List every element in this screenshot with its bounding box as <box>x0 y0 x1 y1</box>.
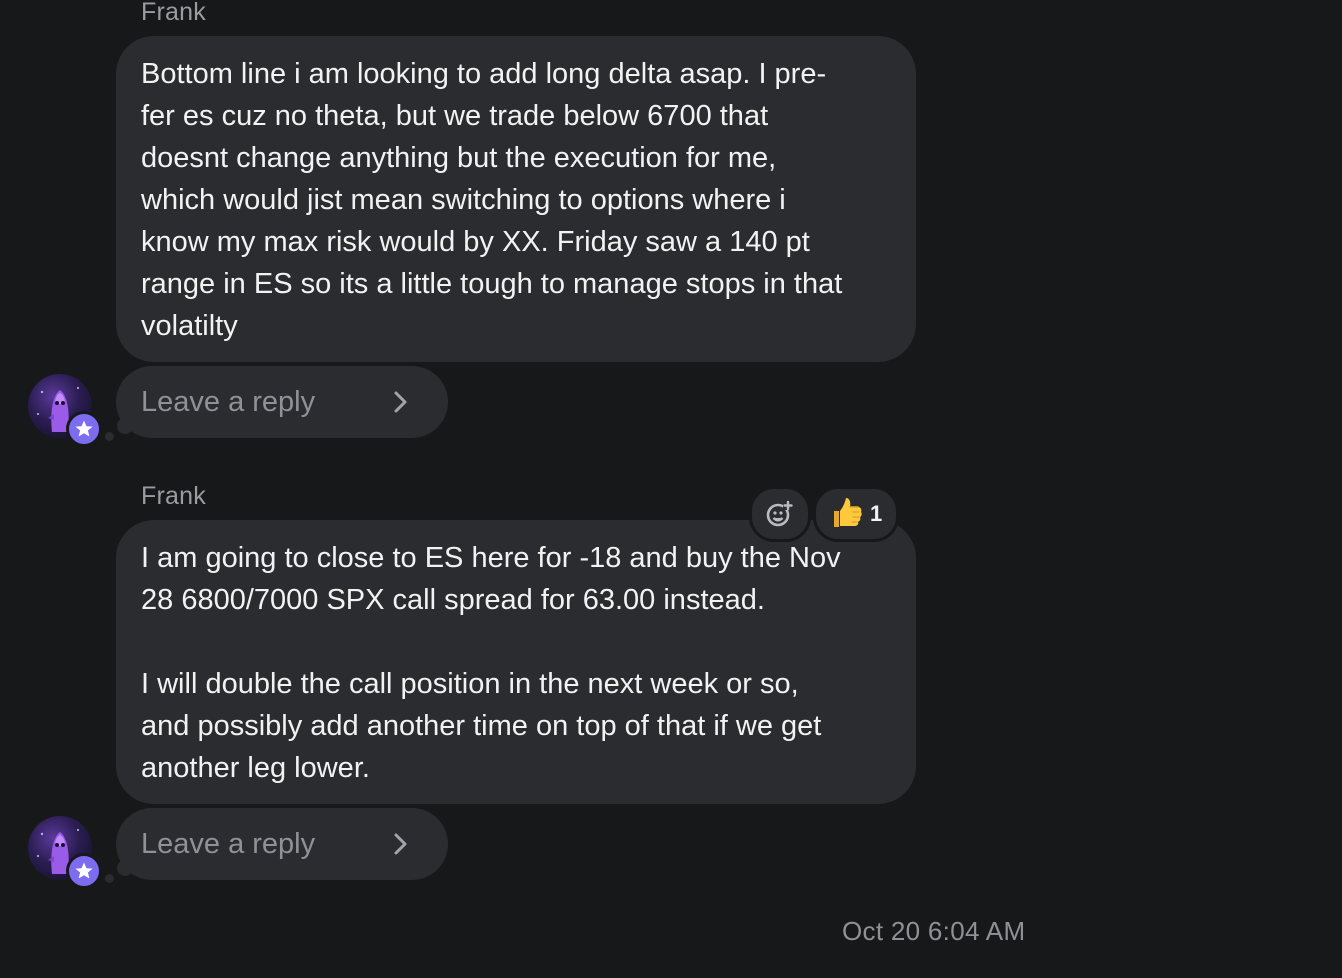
chat-thread: Frank Bottom line i am looking to add lo… <box>0 0 1342 978</box>
add-emoji-icon <box>766 500 793 527</box>
chevron-right-icon <box>394 833 407 855</box>
thumbs-up-icon <box>834 498 862 527</box>
sender-name: Frank <box>141 0 206 26</box>
message-timestamp: Oct 20 6:04 AM <box>842 916 1026 946</box>
message-text: I will double the call position in the n… <box>141 668 822 784</box>
message-text: Bottom line i am looking to add long del… <box>141 58 843 342</box>
leave-reply-button[interactable]: Leave a reply <box>116 808 448 880</box>
reply-placeholder: Leave a reply <box>141 828 316 860</box>
leave-reply-button[interactable]: Leave a reply <box>116 366 448 438</box>
reply-placeholder: Leave a reply <box>141 386 316 418</box>
reaction-thumbs-up[interactable]: 1 <box>813 486 899 542</box>
thread-connector <box>105 874 114 883</box>
sender-name: Frank <box>141 482 206 510</box>
message-text: I am going to close to ES here for -18 a… <box>141 542 841 616</box>
star-badge-icon <box>66 411 102 447</box>
message-bubble[interactable]: Bottom line i am looking to add long del… <box>116 36 916 362</box>
star-badge-icon <box>66 853 102 889</box>
thread-connector <box>105 432 114 441</box>
chevron-right-icon <box>394 391 407 413</box>
message-bubble[interactable]: I am going to close to ES here for -18 a… <box>116 520 916 804</box>
add-reaction-button[interactable] <box>749 486 811 542</box>
reaction-count: 1 <box>870 501 883 526</box>
